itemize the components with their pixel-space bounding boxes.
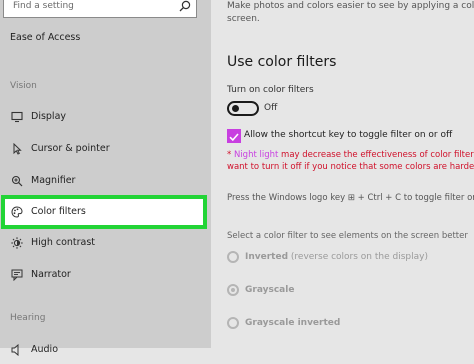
- narrator-icon: [11, 269, 23, 281]
- speaker-icon: [11, 344, 19, 356]
- search-placeholder: Find a setting: [13, 1, 74, 11]
- color-filters-toggle[interactable]: [227, 101, 259, 116]
- filter-name: Inverted: [245, 252, 289, 262]
- filter-desc: (reverse colors on the display): [290, 252, 428, 262]
- page-heading: Use color filters: [227, 54, 337, 70]
- sidebar-item-high-contrast[interactable]: High contrast: [0, 229, 211, 257]
- sidebar-item-display[interactable]: Display: [0, 103, 211, 131]
- radio-grayscale-inverted[interactable]: [227, 317, 239, 329]
- section-hearing: Hearing: [10, 313, 46, 323]
- main-content: Make photos and colors easier to see by …: [211, 0, 474, 348]
- sidebar-item-label: Narrator: [31, 269, 71, 280]
- sidebar-item-narrator[interactable]: Narrator: [0, 261, 211, 289]
- cursor-icon: [13, 143, 22, 155]
- select-prompt: Select a color filter to see elements on…: [227, 231, 468, 241]
- toggle-knob: [232, 105, 239, 112]
- intro-text-line1: Make photos and colors easier to see by …: [227, 1, 474, 11]
- night-light-link[interactable]: Night light: [234, 150, 278, 160]
- sidebar-item-label: Display: [31, 111, 67, 122]
- warning-asterisk: *: [227, 150, 232, 160]
- sidebar-item-label: High contrast: [31, 237, 96, 248]
- magnifier-icon: [11, 175, 23, 187]
- checkmark-icon: [229, 133, 239, 142]
- contrast-icon: [11, 237, 23, 249]
- palette-icon: [11, 206, 23, 218]
- sidebar-item-color-filters[interactable]: Color filters: [1, 195, 207, 229]
- toggle-state: Off: [264, 103, 278, 113]
- sidebar: Find a setting Ease of Access Vision Dis…: [0, 0, 211, 356]
- sidebar-item-magnifier[interactable]: Magnifier: [0, 167, 211, 195]
- sidebar-item-cursor[interactable]: Cursor & pointer: [0, 135, 211, 163]
- shortcut-hint: Press the Windows logo key ⊞ + Ctrl + C …: [227, 193, 474, 203]
- warning-line2: want to turn it off if you notice that s…: [227, 162, 474, 172]
- sidebar-item-label: Audio: [31, 344, 59, 355]
- sidebar-item-label: Color filters: [31, 206, 86, 217]
- filter-name: Grayscale inverted: [245, 318, 341, 328]
- intro-text-line2: screen.: [227, 14, 260, 24]
- radio-grayscale[interactable]: [227, 284, 239, 296]
- section-vision: Vision: [10, 81, 37, 91]
- sidebar-item-label: Magnifier: [31, 175, 76, 186]
- warning-line1: * Night light may decrease the effective…: [227, 150, 474, 160]
- radio-inverted[interactable]: [227, 251, 239, 263]
- shortcut-label: Allow the shortcut key to toggle filter …: [244, 130, 453, 140]
- search-icon[interactable]: [179, 0, 191, 12]
- sidebar-title: Ease of Access: [10, 32, 81, 43]
- toggle-label: Turn on color filters: [227, 85, 314, 95]
- filter-option-inverted: Inverted (reverse colors on the display): [245, 252, 428, 262]
- warning-text: may decrease the effectiveness of color …: [281, 150, 474, 160]
- display-icon: [11, 111, 23, 123]
- sidebar-item-audio[interactable]: Audio: [0, 336, 211, 364]
- filter-name: Grayscale: [245, 285, 295, 295]
- search-box[interactable]: Find a setting: [3, 0, 197, 18]
- sidebar-item-label: Cursor & pointer: [31, 143, 110, 154]
- shortcut-checkbox[interactable]: [227, 129, 241, 143]
